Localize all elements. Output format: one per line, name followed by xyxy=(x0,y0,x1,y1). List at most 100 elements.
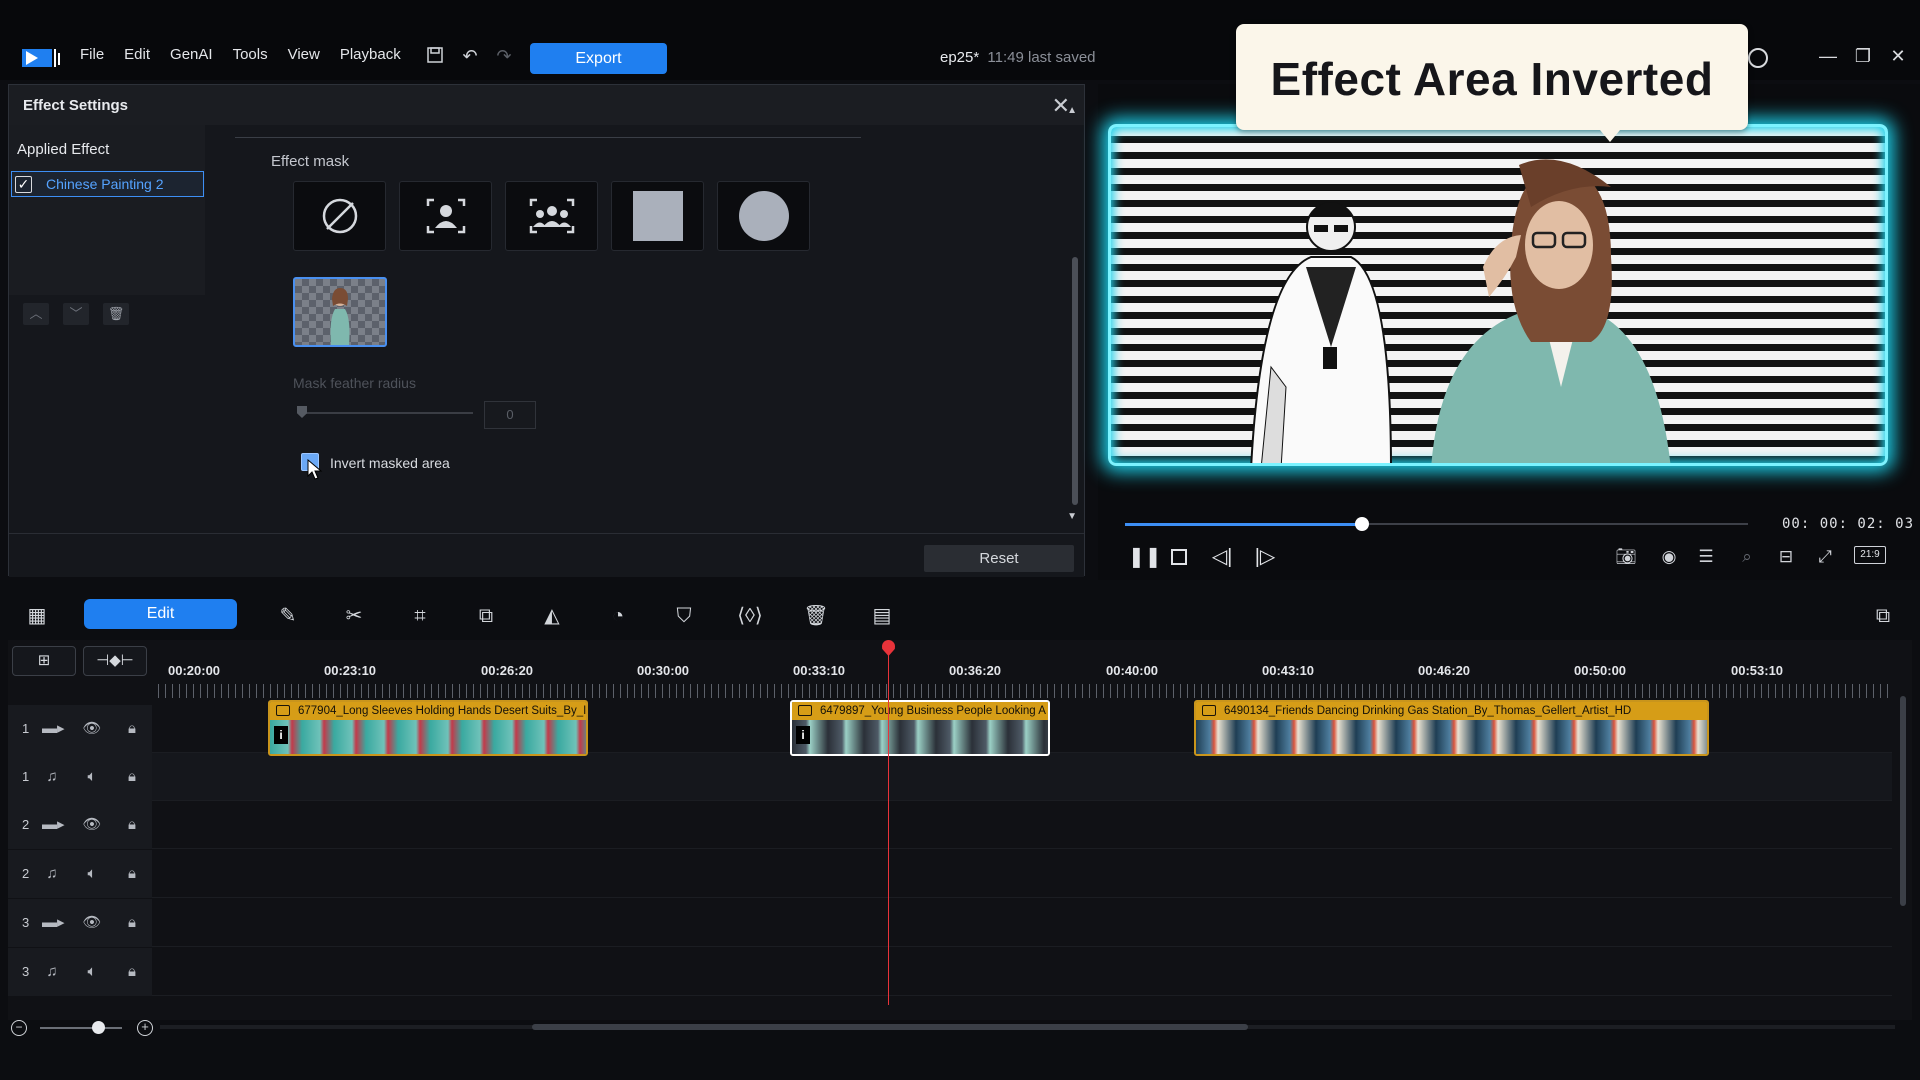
move-down-button[interactable]: ﹀ xyxy=(63,303,89,325)
reset-button[interactable]: Reset xyxy=(924,545,1074,572)
effect-settings-header: Effect Settings ✕ xyxy=(9,85,1084,125)
fullscreen-icon[interactable]: ⤢ xyxy=(1813,546,1837,568)
undo-icon[interactable]: ↶ xyxy=(459,46,481,66)
lock-icon[interactable]: 🔒︎ xyxy=(122,864,142,884)
applied-effect-item[interactable]: ✓ Chinese Painting 2 xyxy=(11,171,204,197)
volume-icon[interactable]: 🔈︎ xyxy=(82,864,102,884)
mask-designer-icon[interactable]: ⧉ xyxy=(471,604,501,628)
track-number: 1 xyxy=(22,721,30,736)
invert-masked-area-label: Invert masked area xyxy=(330,455,450,471)
fit-timeline-button[interactable]: ⊣◆⊢ xyxy=(83,646,147,676)
next-frame-icon[interactable]: |▷ xyxy=(1253,546,1277,568)
mask-circle-button[interactable] xyxy=(717,181,810,251)
feather-radius-knob[interactable] xyxy=(297,406,307,418)
lock-icon[interactable]: 🔒︎ xyxy=(122,962,142,982)
pen-icon[interactable]: ✎ xyxy=(273,604,303,628)
split-icon[interactable]: ✂ xyxy=(339,604,369,628)
subtitles-icon[interactable]: ☰ xyxy=(1694,546,1718,568)
menu-playback[interactable]: Playback xyxy=(340,46,401,63)
transition-icon[interactable]: ⟨◊⟩ xyxy=(735,604,765,628)
aspect-ratio-badge[interactable]: 21:9 xyxy=(1854,546,1886,564)
media-room-icon[interactable]: ▦ xyxy=(22,604,52,628)
account-icon[interactable] xyxy=(1748,48,1768,68)
preview-screen[interactable] xyxy=(1108,124,1888,466)
zoom-preview-icon[interactable]: ⌕ xyxy=(1735,546,1759,568)
feather-radius-slider[interactable] xyxy=(301,412,473,414)
video-clip-icon xyxy=(1202,705,1216,716)
effect-callout: Effect Area Inverted xyxy=(1236,24,1748,142)
close-window-icon[interactable]: ✕ xyxy=(1886,46,1910,67)
delete-effect-button[interactable]: 🗑 xyxy=(103,303,129,325)
timeline-zoom-slider[interactable] xyxy=(40,1027,122,1029)
applied-effect-checkbox[interactable]: ✓ xyxy=(15,176,32,193)
scrubber-knob[interactable] xyxy=(1354,517,1369,531)
speed-icon[interactable]: ◔ xyxy=(603,604,633,628)
mask-person-button[interactable] xyxy=(399,181,492,251)
ruler-time-label: 00:26:20 xyxy=(481,663,534,678)
layout-icon[interactable]: ⊟ xyxy=(1774,546,1798,568)
lock-icon[interactable]: 🔒︎ xyxy=(122,913,142,933)
clip-thumbnails xyxy=(792,720,1048,754)
applied-effect-label: Applied Effect xyxy=(17,141,110,158)
preview-frame-image xyxy=(1250,159,1671,463)
info-icon[interactable]: i xyxy=(796,726,810,744)
scrollbar-thumb[interactable] xyxy=(1072,257,1078,505)
ruler-time-label: 00:30:00 xyxy=(637,663,690,678)
lock-icon[interactable]: 🔒︎ xyxy=(122,815,142,835)
menu-genai[interactable]: GenAI xyxy=(170,46,213,63)
save-icon[interactable] xyxy=(424,46,446,66)
callout-text: Effect Area Inverted xyxy=(1270,53,1714,105)
preview-quality-icon[interactable]: ◉ xyxy=(1657,546,1681,568)
menu-edit[interactable]: Edit xyxy=(124,46,150,63)
previous-frame-icon[interactable]: ◁| xyxy=(1210,546,1234,568)
zoom-in-icon[interactable]: + xyxy=(137,1020,153,1036)
menu-tools[interactable]: Tools xyxy=(233,46,268,63)
menu-file[interactable]: File xyxy=(80,46,104,63)
track-header-video-2: 2 ▬▸ 👁︎ 🔒︎ xyxy=(8,801,152,849)
mask-none-button[interactable] xyxy=(293,181,386,251)
keyframe-icon[interactable]: ⛉ xyxy=(669,604,699,628)
lock-icon[interactable]: 🔒︎ xyxy=(122,767,142,787)
pause-icon[interactable]: ❚❚ xyxy=(1128,546,1162,568)
stop-icon[interactable] xyxy=(1169,546,1189,568)
track-manager-button[interactable]: ⊞ xyxy=(12,646,76,676)
snapshot-icon[interactable]: 📷︎ xyxy=(1614,546,1638,568)
edit-tab[interactable]: Edit xyxy=(84,599,237,629)
visibility-icon[interactable]: 👁︎ xyxy=(82,913,102,933)
mask-square-button[interactable] xyxy=(611,181,704,251)
redo-icon[interactable]: ↷ xyxy=(493,46,515,66)
timeline-clip[interactable]: 6490134_Friends Dancing Drinking Gas Sta… xyxy=(1194,700,1709,756)
ruler-time-label: 00:36:20 xyxy=(949,663,1002,678)
move-up-button[interactable]: ︿ xyxy=(23,303,49,325)
volume-icon[interactable]: 🔈︎ xyxy=(82,767,102,787)
export-button[interactable]: Export xyxy=(530,43,667,74)
restore-icon[interactable]: ❐ xyxy=(1851,46,1875,67)
mask-multi-person-button[interactable] xyxy=(505,181,598,251)
timeline-horizontal-scrollbar[interactable] xyxy=(532,1024,1248,1030)
minimize-icon[interactable]: — xyxy=(1816,46,1840,67)
feather-radius-value[interactable]: 0 xyxy=(484,401,536,429)
track-number: 2 xyxy=(22,866,30,881)
scroll-up-icon[interactable]: ▲ xyxy=(1067,105,1077,116)
timeline-vertical-scrollbar[interactable] xyxy=(1900,696,1906,906)
zoom-out-icon[interactable]: − xyxy=(11,1020,27,1036)
menu-view[interactable]: View xyxy=(288,46,320,63)
timeline-zoom-knob[interactable] xyxy=(92,1021,105,1034)
tools-menu-icon[interactable]: ▤ xyxy=(867,604,897,628)
timeline-clip[interactable]: 677904_Long Sleeves Holding Hands Desert… xyxy=(268,700,588,756)
info-icon[interactable]: i xyxy=(274,726,288,744)
applied-effect-actions xyxy=(9,295,205,535)
timeline-clip-selected[interactable]: 6479897_Young Business People Looking A … xyxy=(790,700,1050,756)
custom-mask-thumbnail[interactable] xyxy=(293,277,387,347)
lock-icon[interactable]: 🔒︎ xyxy=(122,719,142,739)
visibility-icon[interactable]: 👁︎ xyxy=(82,719,102,739)
visibility-icon[interactable]: 👁︎ xyxy=(82,815,102,835)
panel-toggle-icon[interactable]: ⧉ xyxy=(1868,604,1898,628)
flip-icon[interactable]: ◭ xyxy=(537,604,567,628)
audio-track-icon: ♫ xyxy=(46,865,58,882)
scroll-down-icon[interactable]: ▼ xyxy=(1067,511,1077,522)
volume-icon[interactable]: 🔈︎ xyxy=(82,962,102,982)
timeline-ruler[interactable] xyxy=(158,684,1894,698)
delete-icon[interactable]: 🗑 xyxy=(801,604,831,628)
crop-icon[interactable]: ⌗ xyxy=(405,604,435,628)
